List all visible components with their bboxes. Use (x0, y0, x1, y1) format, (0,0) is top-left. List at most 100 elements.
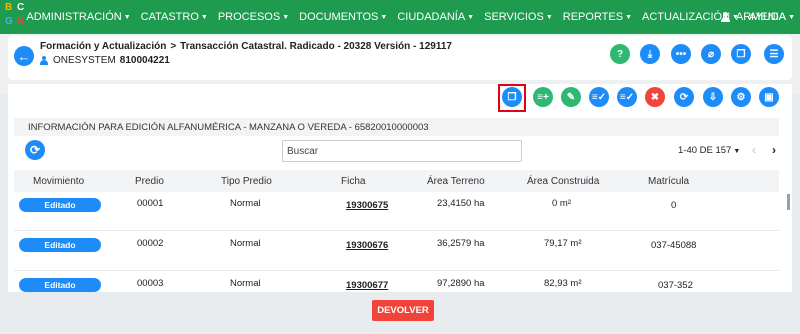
caret-down-icon: ▼ (123, 14, 131, 21)
top-navbar: B C G S ADMINISTRACIÓN ▼ CATASTRO ▼ PROCES… (0, 0, 800, 34)
list-edit-icon: ≡✓ (619, 91, 635, 103)
more-icon: ••• (675, 48, 687, 60)
chevron-right-icon: › (772, 143, 776, 157)
user-name: ONESYSTEM (53, 55, 116, 66)
pagination-range[interactable]: 1-40 DE 157 ▼ (678, 145, 740, 156)
help-icon: ? (616, 48, 624, 60)
cell-tipo-predio: Normal (230, 238, 261, 249)
delete-document-button[interactable]: ✖ (645, 87, 665, 107)
menu-procesos[interactable]: PROCESOS ▼ (213, 11, 294, 23)
menu-reportes[interactable]: REPORTES ▼ (558, 11, 637, 23)
delete-document-icon: ✖ (650, 91, 660, 103)
chat-button[interactable]: ☰ (764, 44, 784, 64)
download-button[interactable]: ⤓ (640, 44, 660, 64)
menu-servicios[interactable]: SERVICIOS ▼ (479, 11, 558, 23)
save-button[interactable]: ▣ (759, 87, 779, 107)
caret-down-icon: ▼ (788, 14, 795, 21)
logo-letter-g: G (5, 16, 13, 27)
caret-down-icon: ▼ (380, 14, 388, 21)
column-tipo-predio[interactable]: Tipo Predio (221, 176, 272, 187)
logo-letter-s: S (17, 16, 24, 27)
cell-area-terreno: 36,2579 ha (437, 238, 485, 249)
list-check-button[interactable]: ≡✓ (589, 87, 609, 107)
help-button[interactable]: ? (610, 44, 630, 64)
chat-icon: ☰ (769, 48, 779, 60)
cell-predio: 00003 (137, 278, 164, 289)
devolver-button[interactable]: DEVOLVER (372, 300, 434, 321)
ficha-link[interactable]: 19300675 (346, 200, 388, 211)
menu-ciudadania[interactable]: CIUDADANÍA ▼ (392, 11, 479, 23)
cell-predio: 00001 (137, 198, 164, 209)
edit-document-button[interactable]: ✎ (561, 87, 581, 107)
assigned-user: ONESYSTEM 810004221 (40, 55, 170, 66)
search-input[interactable] (282, 140, 522, 162)
sync-icon: ⟳ (679, 91, 689, 103)
attachment-button[interactable]: ⌀ (701, 44, 721, 64)
list-add-button[interactable]: ≡+ (533, 87, 553, 107)
import-button[interactable]: ⇩ (703, 87, 723, 107)
download-icon: ⤓ (647, 48, 653, 60)
row-divider (14, 230, 779, 231)
ficha-link[interactable]: 19300677 (346, 280, 388, 291)
cell-area-construida: 0 m² (552, 198, 571, 209)
menu-catastro[interactable]: CATASTRO ▼ (136, 11, 213, 23)
table-scrollbar[interactable] (787, 194, 790, 210)
menu-label: PROCESOS (217, 11, 281, 23)
status-edited-button[interactable]: Editado (19, 198, 101, 212)
app-logo[interactable]: B C G S (0, 0, 24, 34)
menu-label: SERVICIOS (484, 11, 544, 23)
menu-label: CIUDADANÍA (397, 11, 466, 23)
cell-tipo-predio: Normal (230, 198, 261, 209)
more-button[interactable]: ••• (671, 44, 691, 64)
list-edit-button[interactable]: ≡✓ (617, 87, 637, 107)
menu-label: CATASTRO (140, 11, 199, 23)
transaction-header: ← Formación y Actualización > Transacción … (8, 36, 792, 80)
next-page-button[interactable]: › (772, 143, 776, 157)
caret-down-icon: ▼ (545, 14, 553, 21)
section-title: INFORMACIÓN PARA EDICIÓN ALFANUMÉRICA - … (14, 118, 779, 136)
back-button[interactable]: ← (14, 46, 34, 66)
user-code: 810004221 (119, 55, 170, 66)
copy-button[interactable]: ❐ (731, 44, 751, 64)
column-movimiento[interactable]: Movimiento (33, 176, 84, 187)
cell-matricula: 0 (671, 200, 677, 211)
caret-down-icon: ▼ (282, 14, 290, 21)
copy-icon: ❐ (736, 48, 746, 60)
import-icon: ⇩ (708, 91, 718, 103)
menu-label: ADMINISTRACIÓN (26, 11, 122, 23)
cell-area-terreno: 97,2890 ha (437, 278, 485, 289)
breadcrumb-module: Formación y Actualización (40, 41, 167, 52)
column-area-construida[interactable]: Área Construida (527, 176, 599, 187)
refresh-button[interactable]: ⟳ (25, 140, 45, 160)
breadcrumb-separator: > (170, 41, 177, 52)
arrow-left-icon: ← (17, 48, 31, 64)
sync-button[interactable]: ⟳ (674, 87, 694, 107)
breadcrumb-transaction: Transacción Catastral. Radicado - 20328 … (180, 41, 452, 52)
caret-down-icon: ▼ (200, 14, 208, 21)
column-predio[interactable]: Predio (135, 176, 164, 187)
chevron-left-icon: ‹ (752, 143, 756, 157)
person-icon (40, 56, 48, 65)
ficha-link[interactable]: 19300676 (346, 240, 388, 251)
status-edited-button[interactable]: Editado (19, 278, 101, 292)
caret-down-icon: ▼ (467, 14, 475, 21)
user-menu[interactable]: ARMENIA (720, 0, 786, 34)
column-matricula[interactable]: Matrícula (648, 176, 689, 187)
save-icon: ▣ (764, 91, 774, 103)
column-area-terreno[interactable]: Área Terreno (427, 176, 485, 187)
document-settings-icon: ⚙ (736, 91, 746, 103)
menu-label: ACTUALIZACIÓN (642, 11, 731, 23)
logo-letter-b: B (5, 2, 13, 13)
list-check-icon: ≡✓ (591, 91, 607, 103)
previous-page-button[interactable]: ‹ (752, 143, 756, 157)
selection-highlight (498, 84, 526, 112)
cell-predio: 00002 (137, 238, 164, 249)
menu-documentos[interactable]: DOCUMENTOS ▼ (294, 11, 392, 23)
column-ficha[interactable]: Ficha (341, 176, 365, 187)
document-settings-button[interactable]: ⚙ (731, 87, 751, 107)
refresh-icon: ⟳ (29, 143, 41, 157)
menu-administracion[interactable]: ADMINISTRACIÓN ▼ (21, 11, 135, 23)
cell-area-terreno: 23,4150 ha (437, 198, 485, 209)
status-edited-button[interactable]: Editado (19, 238, 101, 252)
edit-document-icon: ✎ (566, 91, 576, 103)
